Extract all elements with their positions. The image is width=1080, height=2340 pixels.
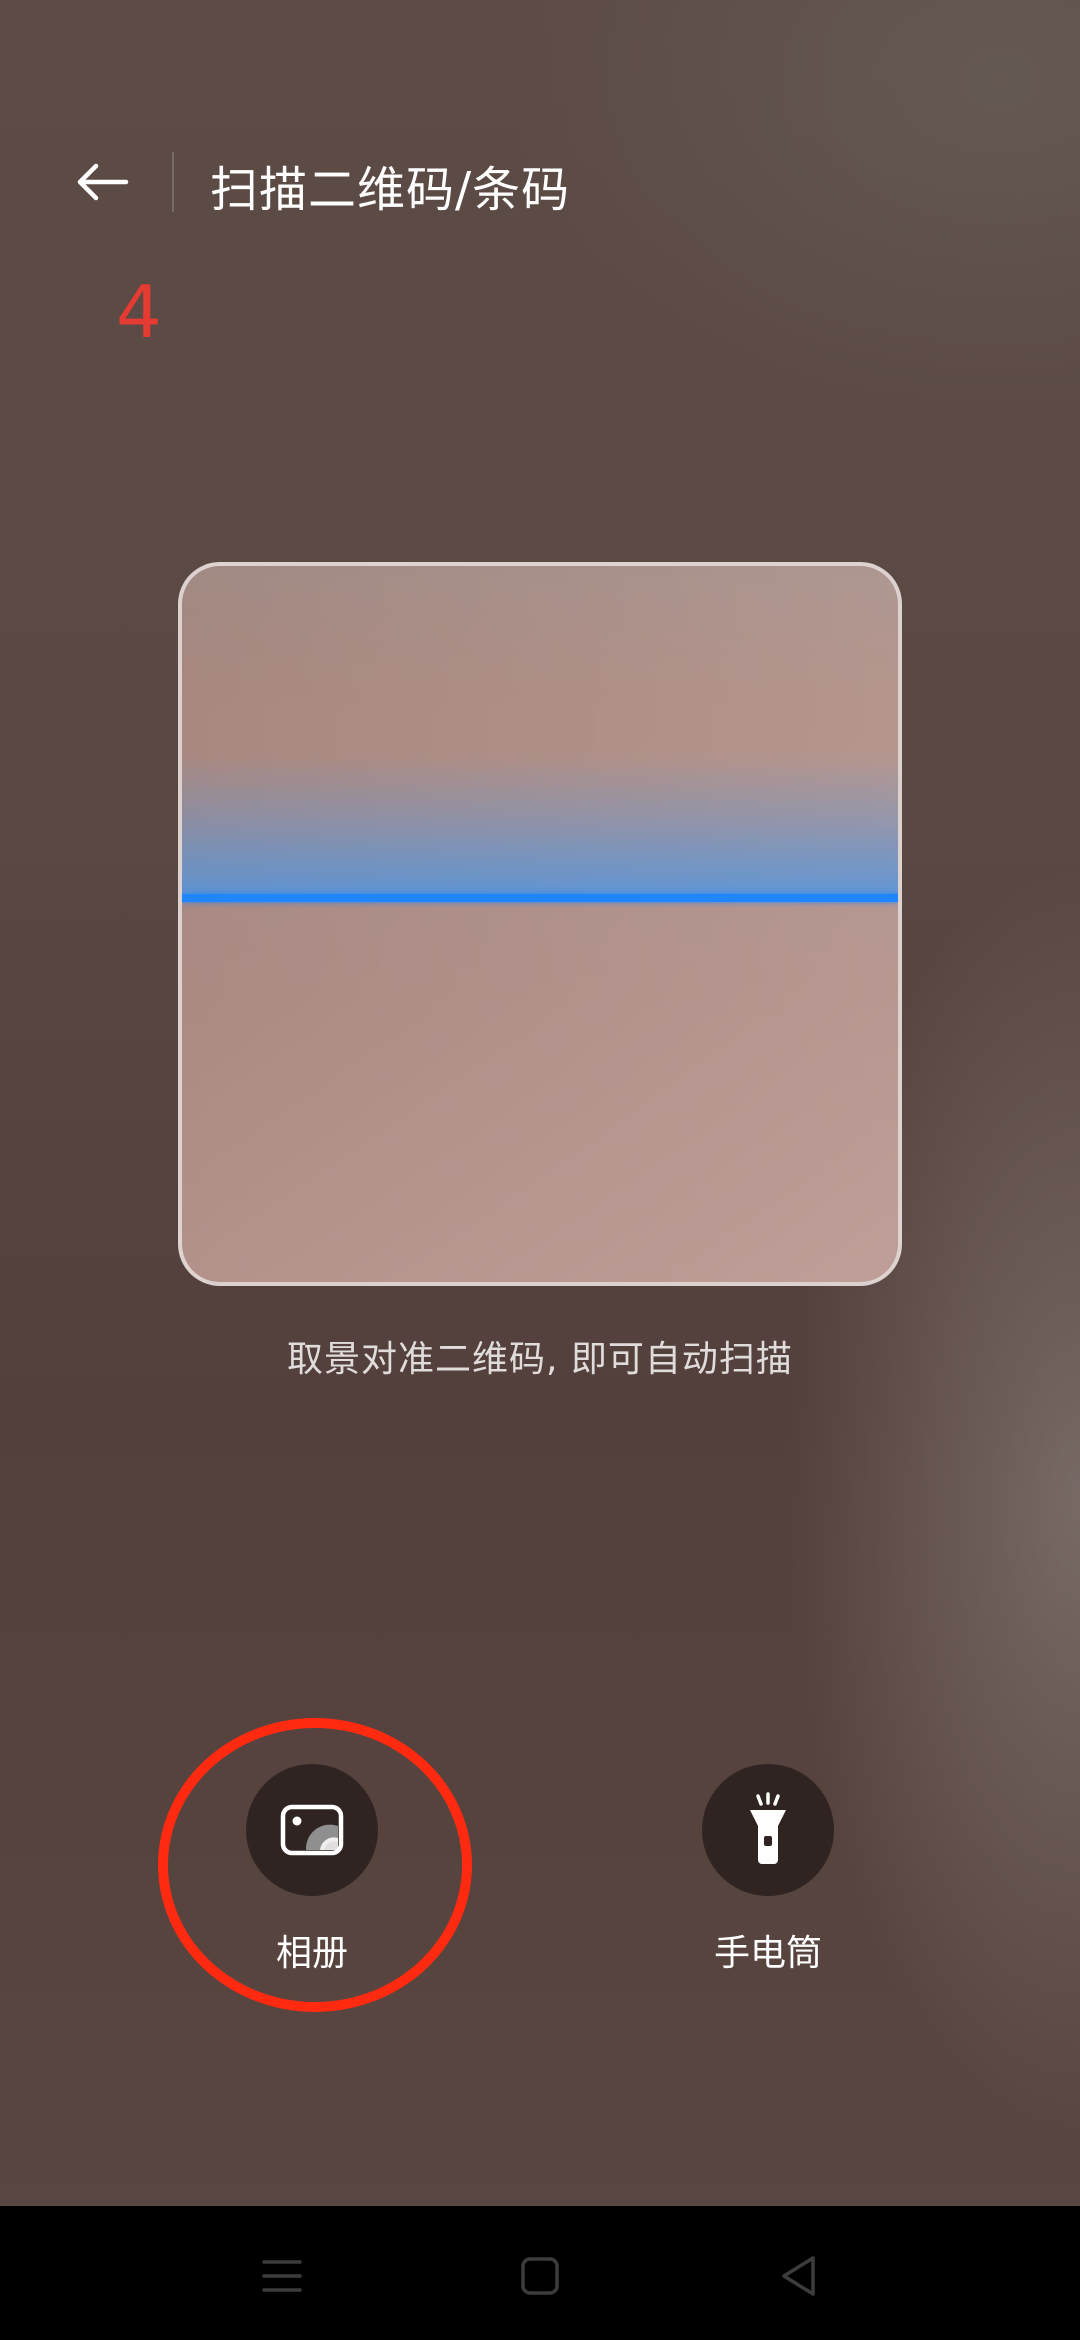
system-navigation-bar — [0, 2206, 1080, 2340]
photo-album-icon — [280, 1804, 344, 1856]
nav-home-button[interactable] — [500, 2236, 580, 2316]
menu-icon — [262, 2260, 302, 2292]
scan-glow — [182, 756, 898, 896]
scan-hint-text: 取景对准二维码, 即可自动扫描 — [287, 1339, 793, 1380]
scan-line — [182, 894, 898, 902]
nav-menu-button[interactable] — [242, 2236, 322, 2316]
arrow-left-icon — [77, 163, 129, 201]
header: 扫描二维码/条码 — [0, 120, 1080, 240]
scan-viewfinder — [178, 562, 902, 1286]
nav-back-button[interactable] — [758, 2236, 838, 2316]
home-square-icon — [521, 2257, 559, 2295]
flashlight-button[interactable] — [702, 1764, 834, 1896]
page-title: 扫描二维码/条码 — [210, 162, 571, 218]
album-button[interactable] — [246, 1764, 378, 1896]
step-number-annotation: 4 — [116, 270, 162, 354]
flashlight-label: 手电筒 — [713, 1933, 822, 1974]
back-button[interactable] — [62, 142, 142, 222]
flashlight-icon — [750, 1792, 786, 1864]
album-label: 相册 — [275, 1933, 348, 1974]
header-divider — [172, 152, 174, 212]
flashlight-action[interactable]: 手电筒 — [648, 1764, 888, 2004]
back-triangle-icon — [782, 2256, 815, 2296]
album-action[interactable]: 相册 — [192, 1764, 432, 2004]
